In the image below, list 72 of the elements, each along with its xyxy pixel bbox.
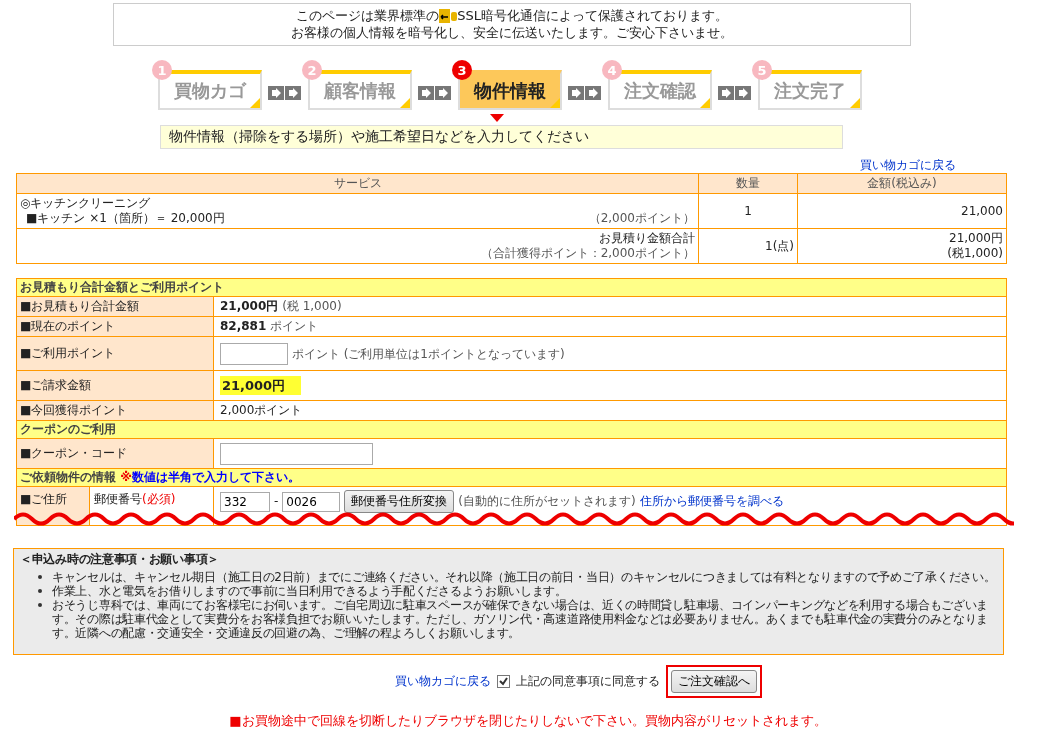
agree-checkbox[interactable] (496, 675, 510, 688)
row-value-note: ポイント (ご利用単位は1ポイントとなっています) (291, 346, 565, 361)
section-title: クーポンのご利用 (20, 422, 116, 436)
zip-lookup-link[interactable]: 住所から郵便番号を調べる (639, 494, 784, 509)
row-label: ■ご利用ポイント (16, 336, 214, 371)
notes-title: ＜申込み時の注意事項・お願い事項＞ (20, 552, 220, 566)
total-points: （合計獲得ポイント：2,000ポイント） (479, 246, 695, 261)
half-width-note: ※数値は半角で入力して下さい。 (120, 470, 300, 484)
row-value: 21,000円 (220, 299, 279, 313)
column-header: サービス (16, 173, 699, 194)
row-label: ■クーポン・コード (16, 438, 214, 469)
back-to-cart-link[interactable]: 買い物カゴに戻る (394, 673, 491, 690)
warning-text: ■お買物途中で回線を切断したりブラウザを閉じたりしないで下さい。買物内容がリセットされます。 (228, 712, 828, 730)
zip-separator: - (274, 494, 279, 509)
ssl-notice-text: お客様の個人情報を暗号化し、安全に伝送いたします。ご安心下さいませ。 (291, 24, 733, 41)
row-label: ■今回獲得ポイント (16, 400, 214, 421)
agree-label: 上記の同意事項に同意する (515, 673, 660, 690)
row-value: 2,000ポイント (220, 403, 303, 417)
service-detail: ■キッチン ×1（箇所）＝ 20,000円 (25, 211, 225, 226)
corner-triangle-icon (250, 98, 260, 108)
table-cell: 1 (698, 193, 798, 229)
table-cell: 1(点) (698, 228, 798, 264)
table-cell: 21,000 (797, 193, 1007, 229)
zip-input[interactable]: 0026 (282, 491, 341, 512)
ssl-notice-text: SSL暗号化通信によって保護されております。 (457, 7, 728, 24)
double-arrow-icon (718, 86, 752, 100)
points-input[interactable] (220, 342, 288, 365)
step-number: 3 (452, 60, 472, 80)
confirm-order-button[interactable]: ご注文確認へ (670, 670, 757, 693)
corner-triangle-icon (700, 98, 710, 108)
service-points: （2,000ポイント） (588, 211, 695, 226)
note-text: キャンセルは、キャンセル期日（施工日の2日前）までにご連絡ください。それ以降（施工日の前日・当日）のキャンセルにつきましては有料となりますので予めご了承ください。 (52, 570, 996, 584)
service-name: ◎キッチンクリーニング (20, 196, 152, 211)
double-arrow-icon (268, 86, 302, 100)
step-number: 1 (152, 60, 172, 80)
row-label: ■ご請求金額 (16, 370, 214, 401)
corner-triangle-icon (850, 98, 860, 108)
row-value-note: (税 1,000) (282, 299, 342, 313)
section-title: お見積もり合計金額とご利用ポイント (20, 280, 224, 294)
instruction-bar: 物件情報（掃除をする場所）や施工希望日などを入力してください (160, 125, 843, 149)
section-title: ご依頼物件の情報 (20, 470, 116, 484)
step-number: 5 (752, 60, 772, 80)
zip-input[interactable]: 332 (220, 491, 270, 512)
zip-convert-button[interactable]: 郵便番号住所変換 (344, 490, 455, 513)
key-icon (439, 8, 458, 23)
total-tax: (税1,000) (946, 246, 1003, 261)
double-arrow-icon (418, 86, 452, 100)
step-number: 4 (602, 60, 622, 80)
row-label: ■現在のポイント (16, 316, 214, 337)
step-number: 2 (302, 60, 322, 80)
coupon-input[interactable] (220, 442, 373, 465)
auto-fill-hint: (自動的に住所がセットされます) (458, 494, 636, 509)
note-text: おそうじ専科では、車両にてお客様宅にお伺います。ご自宅周辺に駐車スペースが確保できない場合は、近くの時間貸し駐車場、コインパーキングなどを利用する場合もございます。その際は駐車代金として実費分をお客様負担でお願いいたします。ただし、ガソリン代・高速道路使用料金などは必要ありません。あくまでも駐車代金の実費分のみとなります。近隣への配慮・交通安全・交通違反の回避の為、ご理解の程よろしくお願いします。 (52, 598, 989, 640)
row-label: ■お見積もり合計金額 (16, 296, 214, 317)
column-header: 金額(税込み) (797, 173, 1007, 194)
billing-amount: 21,000円 (220, 375, 302, 395)
down-triangle-icon (490, 114, 504, 122)
column-header: 数量 (698, 173, 798, 194)
bullet-icon (38, 589, 42, 593)
note-text: 作業上、水と電気をお借りしますので事前に当日利用できるよう手配くださるようお願いします。 (52, 584, 567, 598)
bullet-icon (38, 575, 42, 579)
corner-triangle-icon (550, 98, 560, 108)
corner-triangle-icon (400, 98, 410, 108)
ssl-notice-text: このページは業界標準の (296, 7, 440, 24)
double-arrow-icon (568, 86, 602, 100)
total-amount: 21,000円 (948, 231, 1003, 246)
field-label: 郵便番号(必須) (94, 492, 176, 506)
back-to-cart-link[interactable]: 買い物カゴに戻る (860, 158, 956, 172)
row-value: 82,881 (220, 319, 267, 333)
row-value-note: ポイント (270, 319, 319, 333)
total-label: お見積り金額合計 (598, 231, 695, 246)
bullet-icon (38, 603, 42, 607)
